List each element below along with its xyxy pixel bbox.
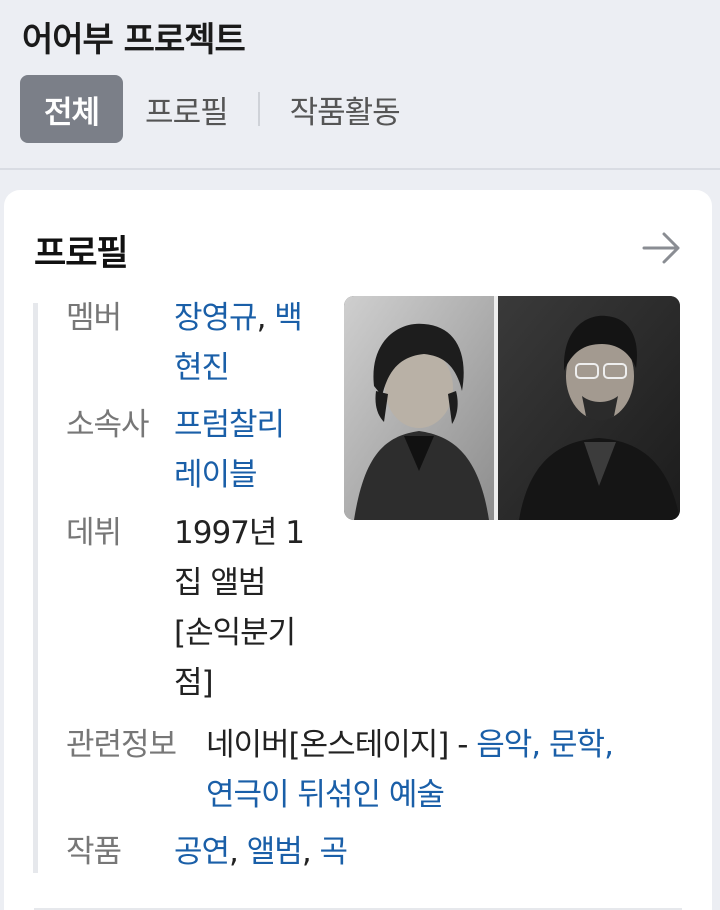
agency-link-1[interactable]: 프럼찰리 bbox=[174, 400, 285, 450]
tab-bar: 전체 프로필 작품활동 bbox=[20, 75, 422, 143]
tab-profile[interactable]: 프로필 bbox=[123, 75, 250, 143]
works-sep-2: , bbox=[301, 834, 320, 870]
related-link-music[interactable]: 음악 bbox=[476, 727, 532, 763]
tab-divider bbox=[257, 92, 260, 126]
arrow-right-icon[interactable] bbox=[642, 230, 682, 266]
tab-works[interactable]: 작품활동 bbox=[268, 75, 422, 143]
works-value: 공연, 앨범, 곡 bbox=[174, 827, 349, 877]
member-label: 멤버 bbox=[66, 300, 122, 336]
related-sep-1: , bbox=[531, 727, 550, 763]
works-link-album[interactable]: 앨범 bbox=[247, 834, 303, 870]
works-sep-1: , bbox=[229, 834, 247, 870]
works-link-performance[interactable]: 공연 bbox=[174, 834, 230, 870]
member-link-baek-2[interactable]: 현진 bbox=[174, 343, 230, 393]
debut-value-4: 점] bbox=[174, 665, 214, 701]
agency-link-2[interactable]: 레이블 bbox=[174, 450, 258, 500]
related-link-literature[interactable]: 문학 bbox=[549, 727, 605, 763]
page-title: 어어부 프로젝트 bbox=[22, 20, 246, 60]
agency-label: 소속사 bbox=[66, 407, 150, 443]
debut-label: 데뷔 bbox=[66, 515, 122, 551]
profile-photo-image bbox=[344, 296, 680, 520]
info-side-bar bbox=[33, 303, 38, 873]
profile-photo[interactable] bbox=[344, 296, 680, 520]
related-prefix: 네이버[온스테이지] - bbox=[206, 727, 477, 763]
tab-all[interactable]: 전체 bbox=[20, 75, 124, 143]
works-link-song[interactable]: 곡 bbox=[320, 834, 349, 870]
member-link-baek-1[interactable]: 백 bbox=[274, 300, 303, 336]
works-label: 작품 bbox=[66, 834, 122, 870]
top-header: 어어부 프로젝트 전체 프로필 작품활동 bbox=[0, 0, 720, 170]
profile-title: 프로필 bbox=[34, 234, 129, 274]
debut-value-3: [손익분기 bbox=[174, 615, 296, 651]
related-value: 네이버[온스테이지] - 음악, 문학, bbox=[206, 720, 614, 770]
related-label: 관련정보 bbox=[66, 727, 177, 763]
member-separator: , bbox=[256, 300, 267, 336]
related-sep-2: , bbox=[604, 727, 614, 763]
related-link-theater[interactable]: 연극이 뒤섞인 예술 bbox=[206, 770, 445, 820]
member-value: 장영규, 백 bbox=[174, 293, 303, 343]
debut-value-1: 1997년 1 bbox=[174, 515, 305, 551]
debut-value-2: 집 앨범 bbox=[174, 565, 266, 601]
member-link-jang[interactable]: 장영규 bbox=[174, 300, 258, 336]
profile-card: 프로필 멤버 장영규, 백 현진 소속사 프럼찰리 레이블 데뷔 1997년 1… bbox=[4, 190, 712, 910]
